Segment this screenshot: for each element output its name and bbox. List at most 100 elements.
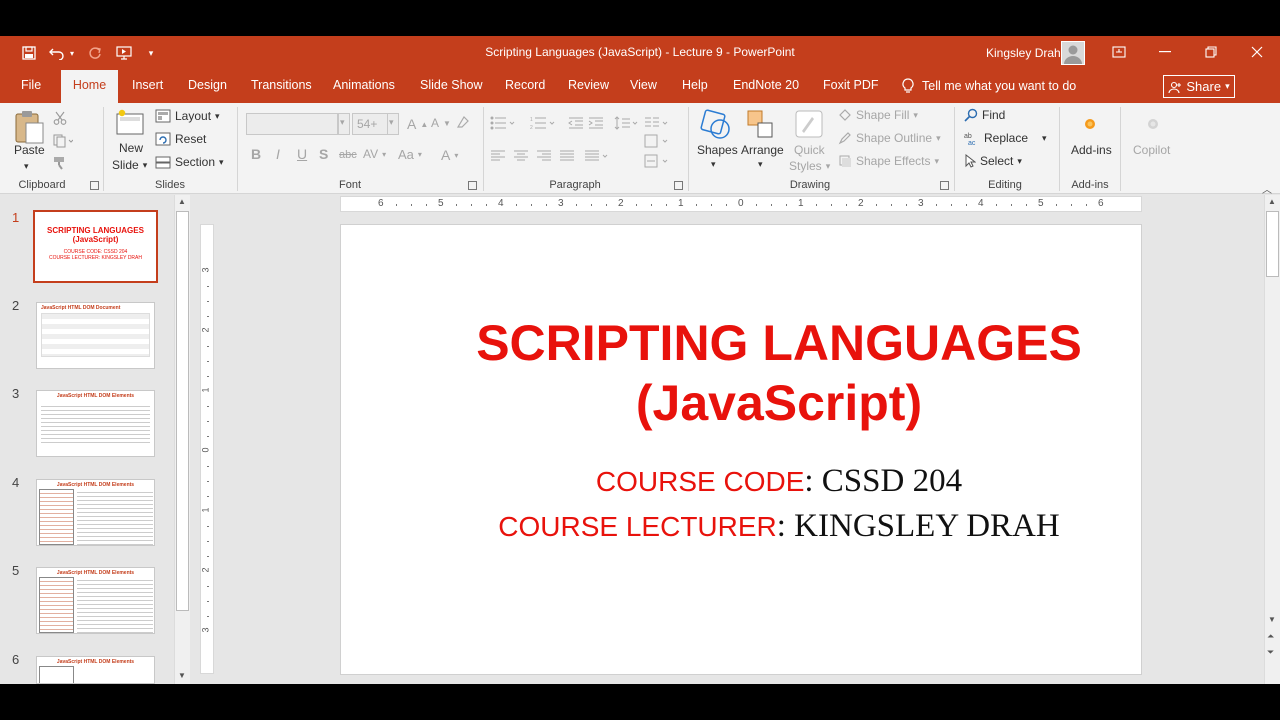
user-avatar[interactable]: [1061, 41, 1085, 65]
restore-icon[interactable]: [1188, 36, 1234, 68]
shapes-dropdown-icon[interactable]: ▾: [711, 159, 716, 170]
thumbnail-scrollbar[interactable]: ▲ ▼: [174, 195, 190, 684]
scroll-thumb[interactable]: [176, 211, 189, 611]
tab-slide-show[interactable]: Slide Show: [420, 78, 483, 92]
minimize-icon[interactable]: [1142, 36, 1188, 68]
select-button[interactable]: Select ▾: [964, 154, 1022, 168]
columns-icon[interactable]: [644, 116, 670, 130]
addins-icon[interactable]: [1084, 117, 1096, 135]
increase-indent-icon[interactable]: [588, 116, 604, 130]
slide-title-line-1[interactable]: SCRIPTING LANGUAGES: [339, 315, 1219, 371]
decrease-font-size-icon[interactable]: A ▼: [431, 116, 451, 130]
strikethrough-icon[interactable]: abc: [339, 149, 357, 161]
next-slide-icon[interactable]: ⏷: [1267, 647, 1274, 658]
new-slide-icon[interactable]: [116, 109, 146, 142]
font-size-dropdown-icon[interactable]: ▾: [387, 113, 399, 135]
share-button[interactable]: Share ▾: [1163, 75, 1235, 98]
tab-animations[interactable]: Animations: [333, 78, 395, 92]
italic-icon[interactable]: I: [276, 146, 280, 162]
previous-slide-icon[interactable]: ⏶: [1267, 631, 1274, 642]
new-slide-label-1[interactable]: New: [119, 141, 143, 155]
arrange-icon[interactable]: [746, 109, 776, 146]
align-right-icon[interactable]: [536, 149, 552, 163]
user-name[interactable]: Kingsley Drah: [986, 46, 1061, 60]
section-button[interactable]: Section ▾: [155, 155, 224, 169]
change-case-icon[interactable]: Aa ▾: [398, 147, 422, 162]
slide-thumbnail-2[interactable]: JavaScript HTML DOM Document: [36, 302, 155, 369]
course-code-line[interactable]: COURSE CODE: CSSD 204: [339, 463, 1219, 500]
numbering-icon[interactable]: 12: [530, 116, 558, 130]
bullets-icon[interactable]: [490, 116, 518, 130]
center-icon[interactable]: [513, 149, 529, 163]
quick-styles-icon[interactable]: [794, 109, 824, 146]
scroll-up-icon[interactable]: ▲: [1268, 197, 1276, 206]
tab-home[interactable]: Home: [61, 70, 118, 103]
clear-formatting-icon[interactable]: [456, 115, 470, 129]
ribbon-display-options-icon[interactable]: [1096, 36, 1142, 68]
distributed-icon[interactable]: [584, 149, 610, 163]
shape-outline-button[interactable]: Shape Outline ▾: [838, 131, 941, 145]
align-text-icon[interactable]: [644, 154, 670, 168]
slide-thumbnail-3[interactable]: JavaScript HTML DOM Elements: [36, 390, 155, 457]
line-spacing-icon[interactable]: [614, 116, 640, 130]
slide-title-line-2[interactable]: (JavaScript): [339, 375, 1219, 431]
arrange-button[interactable]: Arrange: [741, 143, 784, 157]
drawing-launcher-icon[interactable]: [940, 181, 949, 190]
new-slide-button[interactable]: Slide ▾: [112, 158, 147, 172]
paragraph-launcher-icon[interactable]: [674, 181, 683, 190]
character-spacing-icon[interactable]: AV ▾: [363, 147, 386, 161]
slide-thumbnail-1[interactable]: SCRIPTING LANGUAGES (JavaScript) COURSE …: [33, 210, 158, 283]
quick-styles-button[interactable]: Styles ▾: [789, 159, 830, 173]
align-left-icon[interactable]: [490, 149, 506, 163]
decrease-indent-icon[interactable]: [568, 116, 584, 130]
tab-view[interactable]: View: [630, 78, 657, 92]
slide-canvas[interactable]: SCRIPTING LANGUAGES (JavaScript) COURSE …: [340, 224, 1142, 675]
tab-file[interactable]: File: [21, 78, 41, 92]
shape-fill-button[interactable]: Shape Fill ▾: [838, 108, 918, 122]
tab-help[interactable]: Help: [682, 78, 708, 92]
slide-thumbnail-6[interactable]: JavaScript HTML DOM Elements: [36, 656, 155, 684]
bold-icon[interactable]: B: [251, 146, 261, 162]
justify-icon[interactable]: [559, 149, 575, 163]
tab-foxit-pdf[interactable]: Foxit PDF: [823, 78, 879, 92]
shape-effects-button[interactable]: Shape Effects ▾: [838, 154, 939, 168]
tab-transitions[interactable]: Transitions: [251, 78, 312, 92]
scroll-down-icon[interactable]: ▼: [1268, 615, 1276, 624]
reset-button[interactable]: Reset: [155, 132, 206, 146]
shapes-icon[interactable]: [700, 109, 732, 146]
scroll-down-icon[interactable]: ▼: [178, 671, 186, 680]
text-shadow-icon[interactable]: S: [319, 146, 328, 162]
shapes-button[interactable]: Shapes: [697, 143, 738, 157]
font-color-icon[interactable]: A ▾: [441, 147, 458, 163]
tab-endnote[interactable]: EndNote 20: [733, 78, 799, 92]
font-launcher-icon[interactable]: [468, 181, 477, 190]
copilot-icon[interactable]: [1147, 117, 1159, 135]
arrange-dropdown-icon[interactable]: ▾: [758, 159, 763, 170]
scroll-up-icon[interactable]: ▲: [178, 197, 186, 206]
cut-icon[interactable]: [53, 111, 67, 125]
slide-scrollbar[interactable]: ▲ ▼ ⏶ ⏷: [1264, 195, 1280, 684]
find-button[interactable]: Find: [964, 108, 1005, 122]
quick-styles-label-1[interactable]: Quick: [794, 143, 825, 157]
underline-icon[interactable]: U: [297, 146, 307, 162]
tab-design[interactable]: Design: [188, 78, 227, 92]
paste-dropdown-icon[interactable]: ▾: [24, 161, 29, 172]
addins-button[interactable]: Add-ins: [1071, 143, 1112, 157]
slide-thumbnail-4[interactable]: JavaScript HTML DOM Elements: [36, 479, 155, 546]
clipboard-launcher-icon[interactable]: [90, 181, 99, 190]
paste-button[interactable]: Paste: [14, 143, 45, 157]
slide-thumbnail-5[interactable]: JavaScript HTML DOM Elements: [36, 567, 155, 634]
close-icon[interactable]: [1234, 36, 1280, 68]
tab-review[interactable]: Review: [568, 78, 609, 92]
copy-icon[interactable]: [53, 134, 73, 148]
copilot-button[interactable]: Copilot: [1133, 143, 1170, 157]
layout-button[interactable]: Layout ▾: [155, 109, 220, 123]
font-name-dropdown-icon[interactable]: ▾: [338, 113, 350, 135]
font-size-box[interactable]: 54+: [352, 113, 388, 135]
tab-insert[interactable]: Insert: [132, 78, 163, 92]
tell-me-search[interactable]: Tell me what you want to do: [902, 78, 1076, 94]
tab-record[interactable]: Record: [505, 78, 545, 92]
course-lecturer-line[interactable]: COURSE LECTURER: KINGSLEY DRAH: [339, 508, 1219, 545]
replace-button[interactable]: ab ac Replace ▾: [964, 131, 1047, 145]
increase-font-size-icon[interactable]: A ▲: [407, 116, 428, 132]
